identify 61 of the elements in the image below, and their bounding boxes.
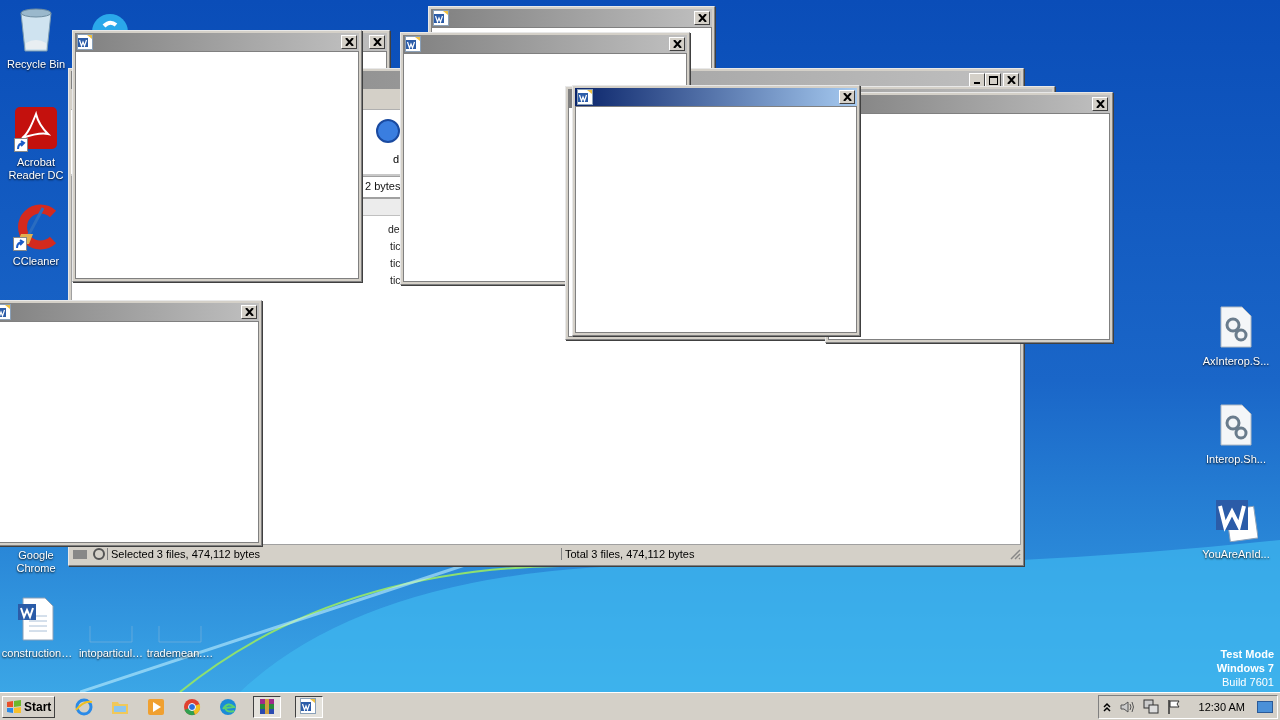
close-icon [1006,76,1016,84]
browser-icon [75,697,94,716]
close-icon [372,38,382,46]
watermark-text: Build 7601 [1222,676,1274,689]
chevron-icon [1102,701,1111,712]
network-icon [1142,698,1159,715]
close-button[interactable] [1003,73,1019,87]
maximize-icon [988,75,998,85]
desktop-icon-label[interactable]: intoparticul… [78,647,144,660]
start-button[interactable]: Start [2,695,56,718]
list-cell: tic [390,273,401,287]
archive-icon [258,697,277,716]
close-button[interactable] [839,90,855,104]
close-icon [842,93,852,101]
toolbar-label: d [393,152,400,166]
resize-grip-icon [1009,548,1021,560]
close-icon [244,308,254,316]
close-button[interactable] [694,11,710,25]
windows-logo-icon [6,699,22,714]
close-button[interactable] [241,305,257,319]
document-icon [405,36,421,52]
taskbar-button[interactable] [295,695,324,718]
close-icon [672,40,682,48]
close-button[interactable] [669,37,685,51]
flag-icon [1166,698,1181,715]
close-button[interactable] [369,35,385,49]
desktop-icon-label[interactable]: Acrobat Reader DC [0,156,72,182]
maximize-button[interactable] [985,73,1001,87]
status-icon [71,547,107,561]
desktop-icon-label[interactable]: CCleaner [12,255,60,268]
chrome-icon [183,697,202,716]
minimize-button[interactable] [969,73,985,87]
pdf-app-icon [14,106,58,150]
desktop-icon-label[interactable]: Interop.Sh... [1206,453,1266,466]
watermark-text: Test Mode [1220,648,1274,661]
show-desktop-icon [1257,700,1273,713]
speaker-icon [1118,699,1135,714]
close-button[interactable] [341,35,357,49]
list-cell: tic [390,256,401,270]
list-cell: de [388,222,400,236]
watermark-text: Windows 7 [1216,662,1274,675]
desktop-icon-label[interactable]: construction… [1,647,73,660]
status-text: Total 3 files, 474,112 bytes [561,548,695,560]
document-icon [77,34,93,50]
desktop-icon-label[interactable]: Recycle Bin [6,58,66,71]
close-icon [344,38,354,46]
document-icon [577,89,593,105]
media-player-icon [147,697,166,716]
close-icon [1095,100,1105,108]
desktop-icon-label[interactable]: AxInterop.S... [1202,355,1270,368]
taskbar-button[interactable] [253,695,282,718]
edge-icon [219,697,238,716]
word-app-icon [300,697,319,716]
status-text: Selected 3 files, 474,112 bytes [107,548,561,560]
close-button[interactable] [1092,97,1108,111]
desktop-icon-label[interactable]: Google Chrome [0,549,72,575]
desktop-icon-label[interactable]: trademean.… [146,647,214,660]
list-cell: tic [390,239,401,253]
clock-text[interactable]: 12:30 AM [1198,700,1245,713]
address-text: 2 bytes [365,179,401,193]
close-icon [697,14,707,22]
